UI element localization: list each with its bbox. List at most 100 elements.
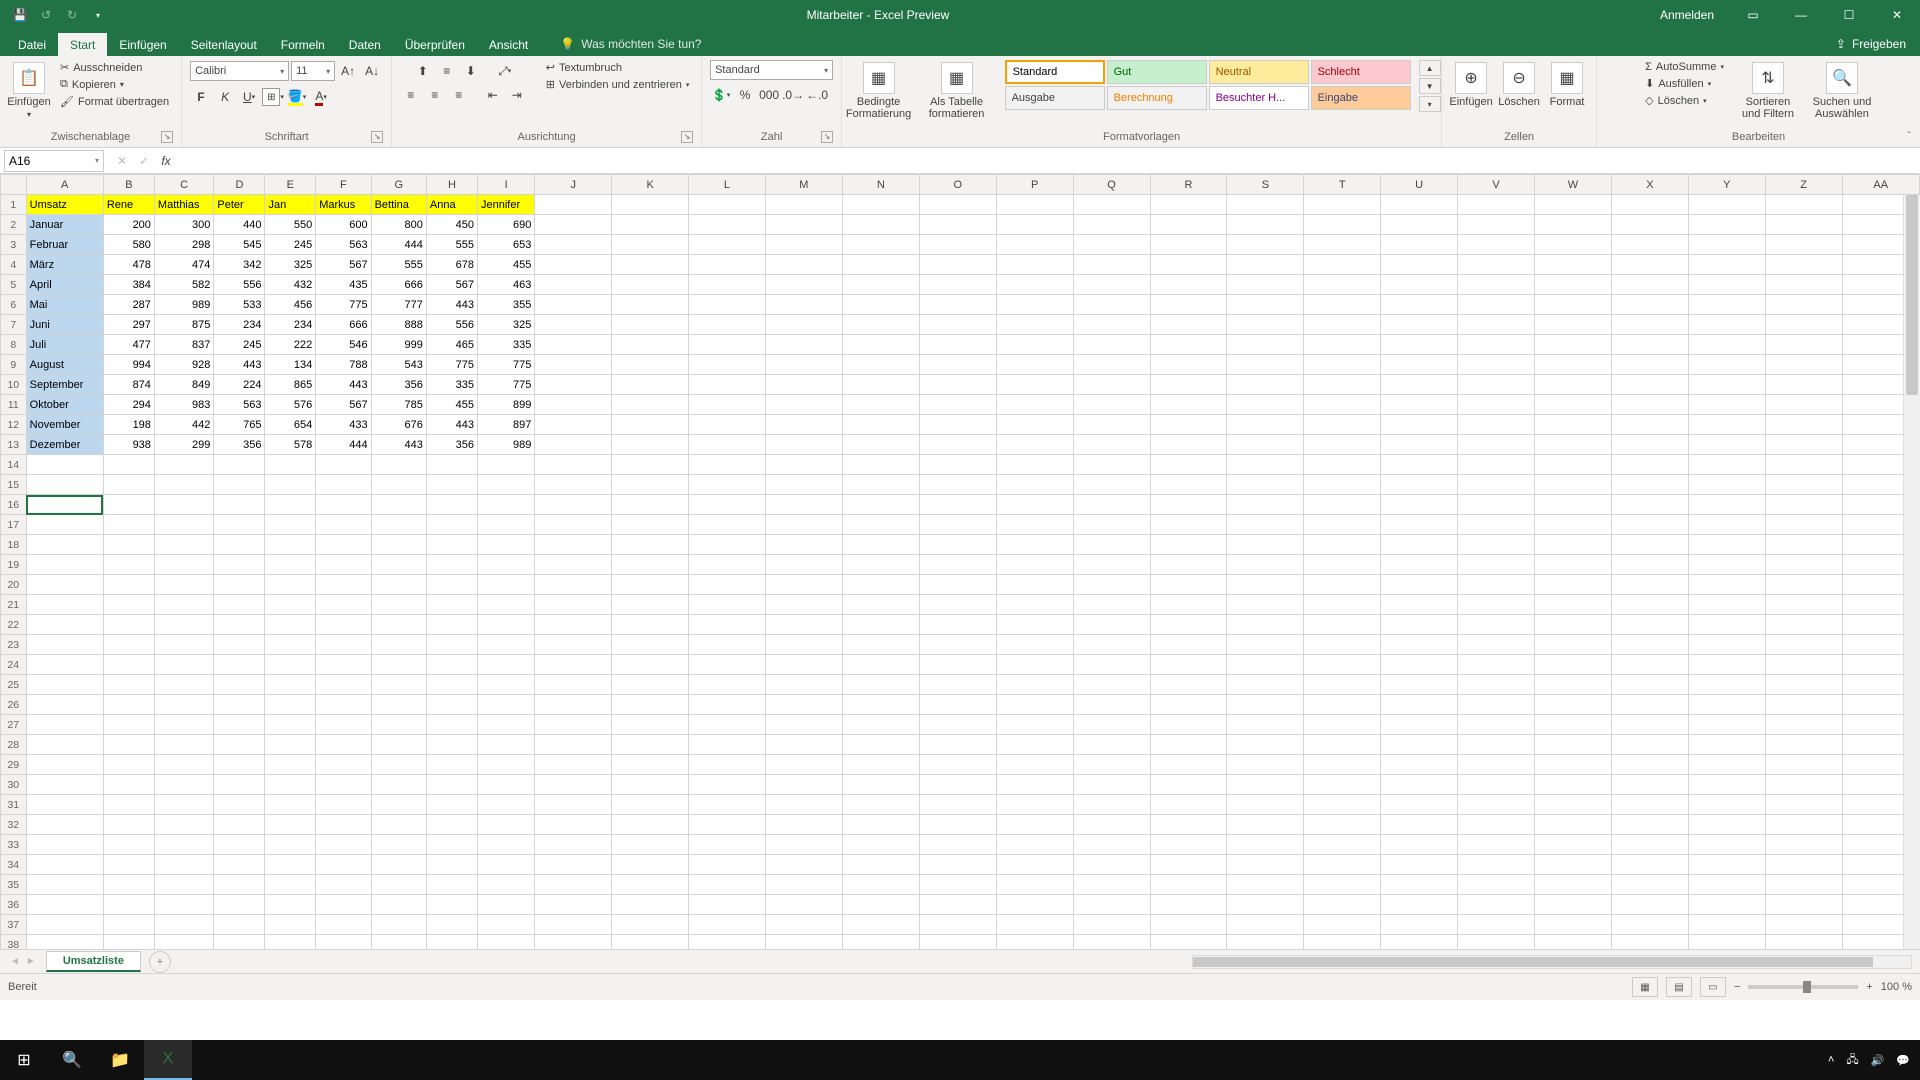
cell[interactable] — [103, 455, 154, 475]
cell[interactable]: 580 — [103, 235, 154, 255]
cell[interactable] — [1534, 735, 1611, 755]
cell[interactable] — [1611, 735, 1688, 755]
cell[interactable] — [1611, 375, 1688, 395]
col-header[interactable]: J — [535, 175, 612, 195]
cell[interactable] — [1688, 775, 1765, 795]
cell[interactable] — [1150, 855, 1227, 875]
cell[interactable] — [1150, 315, 1227, 335]
cell[interactable] — [1304, 635, 1381, 655]
cell[interactable] — [1611, 195, 1688, 215]
cell[interactable] — [1304, 535, 1381, 555]
cell[interactable] — [1227, 855, 1304, 875]
cell[interactable] — [265, 615, 316, 635]
cell[interactable] — [919, 875, 996, 895]
col-header[interactable]: F — [316, 175, 371, 195]
cell[interactable] — [996, 555, 1073, 575]
cell[interactable] — [535, 455, 612, 475]
cell[interactable] — [996, 455, 1073, 475]
cell[interactable]: November — [26, 415, 103, 435]
cell[interactable] — [477, 715, 534, 735]
row-header[interactable]: 22 — [1, 615, 27, 635]
cell[interactable] — [26, 515, 103, 535]
cell[interactable] — [1765, 655, 1842, 675]
cell[interactable] — [1611, 895, 1688, 915]
cell[interactable] — [689, 655, 766, 675]
cell[interactable] — [535, 555, 612, 575]
cell[interactable] — [1150, 535, 1227, 555]
cell[interactable] — [265, 555, 316, 575]
cell[interactable] — [1304, 475, 1381, 495]
cell[interactable] — [689, 915, 766, 935]
cell[interactable] — [1304, 735, 1381, 755]
cell[interactable] — [1381, 495, 1458, 515]
cell[interactable] — [1304, 755, 1381, 775]
cell[interactable] — [371, 595, 426, 615]
cell[interactable] — [26, 835, 103, 855]
cell[interactable] — [477, 475, 534, 495]
cell[interactable] — [1227, 395, 1304, 415]
cell[interactable]: 899 — [477, 395, 534, 415]
cell[interactable] — [426, 575, 477, 595]
cell[interactable] — [535, 695, 612, 715]
cell[interactable] — [842, 275, 919, 295]
cell[interactable] — [1381, 855, 1458, 875]
row-header[interactable]: 36 — [1, 895, 27, 915]
cell[interactable] — [1381, 555, 1458, 575]
share-button[interactable]: ⇪ Freigeben — [1822, 32, 1920, 56]
cell[interactable] — [842, 395, 919, 415]
cell[interactable] — [1304, 495, 1381, 515]
cell[interactable] — [265, 795, 316, 815]
cell[interactable] — [689, 715, 766, 735]
cell[interactable] — [535, 735, 612, 755]
cell[interactable] — [996, 535, 1073, 555]
cell[interactable] — [371, 855, 426, 875]
cell[interactable] — [1765, 555, 1842, 575]
cell[interactable] — [1381, 435, 1458, 455]
cell[interactable] — [1227, 315, 1304, 335]
col-header[interactable]: D — [214, 175, 265, 195]
cell[interactable] — [996, 495, 1073, 515]
cell[interactable]: 222 — [265, 335, 316, 355]
cell[interactable] — [689, 555, 766, 575]
cell[interactable] — [26, 795, 103, 815]
cell[interactable]: 433 — [316, 415, 371, 435]
cell[interactable] — [612, 535, 689, 555]
cell[interactable] — [689, 615, 766, 635]
tab-review[interactable]: Überprüfen — [393, 33, 477, 56]
cell[interactable] — [1458, 275, 1535, 295]
cell[interactable] — [371, 935, 426, 950]
cell[interactable] — [535, 315, 612, 335]
cell[interactable] — [265, 575, 316, 595]
tab-file[interactable]: Datei — [6, 33, 58, 56]
cell[interactable] — [1381, 735, 1458, 755]
cell[interactable] — [265, 835, 316, 855]
cell[interactable]: 582 — [154, 275, 213, 295]
cell[interactable] — [535, 715, 612, 735]
cell[interactable] — [1688, 355, 1765, 375]
cell[interactable] — [765, 855, 842, 875]
tray-network-icon[interactable]: 🖧 — [1846, 1051, 1858, 1070]
cell[interactable] — [842, 675, 919, 695]
cell[interactable] — [1227, 555, 1304, 575]
cell[interactable] — [477, 895, 534, 915]
cell[interactable]: 224 — [214, 375, 265, 395]
cell[interactable] — [1150, 335, 1227, 355]
cell[interactable]: Februar — [26, 235, 103, 255]
cell[interactable] — [1227, 575, 1304, 595]
cell[interactable] — [765, 315, 842, 335]
cell[interactable] — [1688, 575, 1765, 595]
cell[interactable]: April — [26, 275, 103, 295]
cell[interactable] — [214, 915, 265, 935]
cell[interactable] — [214, 655, 265, 675]
cell[interactable] — [371, 535, 426, 555]
cell[interactable] — [1534, 235, 1611, 255]
cell[interactable] — [842, 915, 919, 935]
cell[interactable]: 432 — [265, 275, 316, 295]
cell[interactable]: 444 — [316, 435, 371, 455]
cell[interactable]: 198 — [103, 415, 154, 435]
cell[interactable] — [103, 815, 154, 835]
cell[interactable] — [1073, 375, 1150, 395]
cell[interactable] — [1150, 395, 1227, 415]
cell[interactable] — [1534, 855, 1611, 875]
cell[interactable]: 474 — [154, 255, 213, 275]
